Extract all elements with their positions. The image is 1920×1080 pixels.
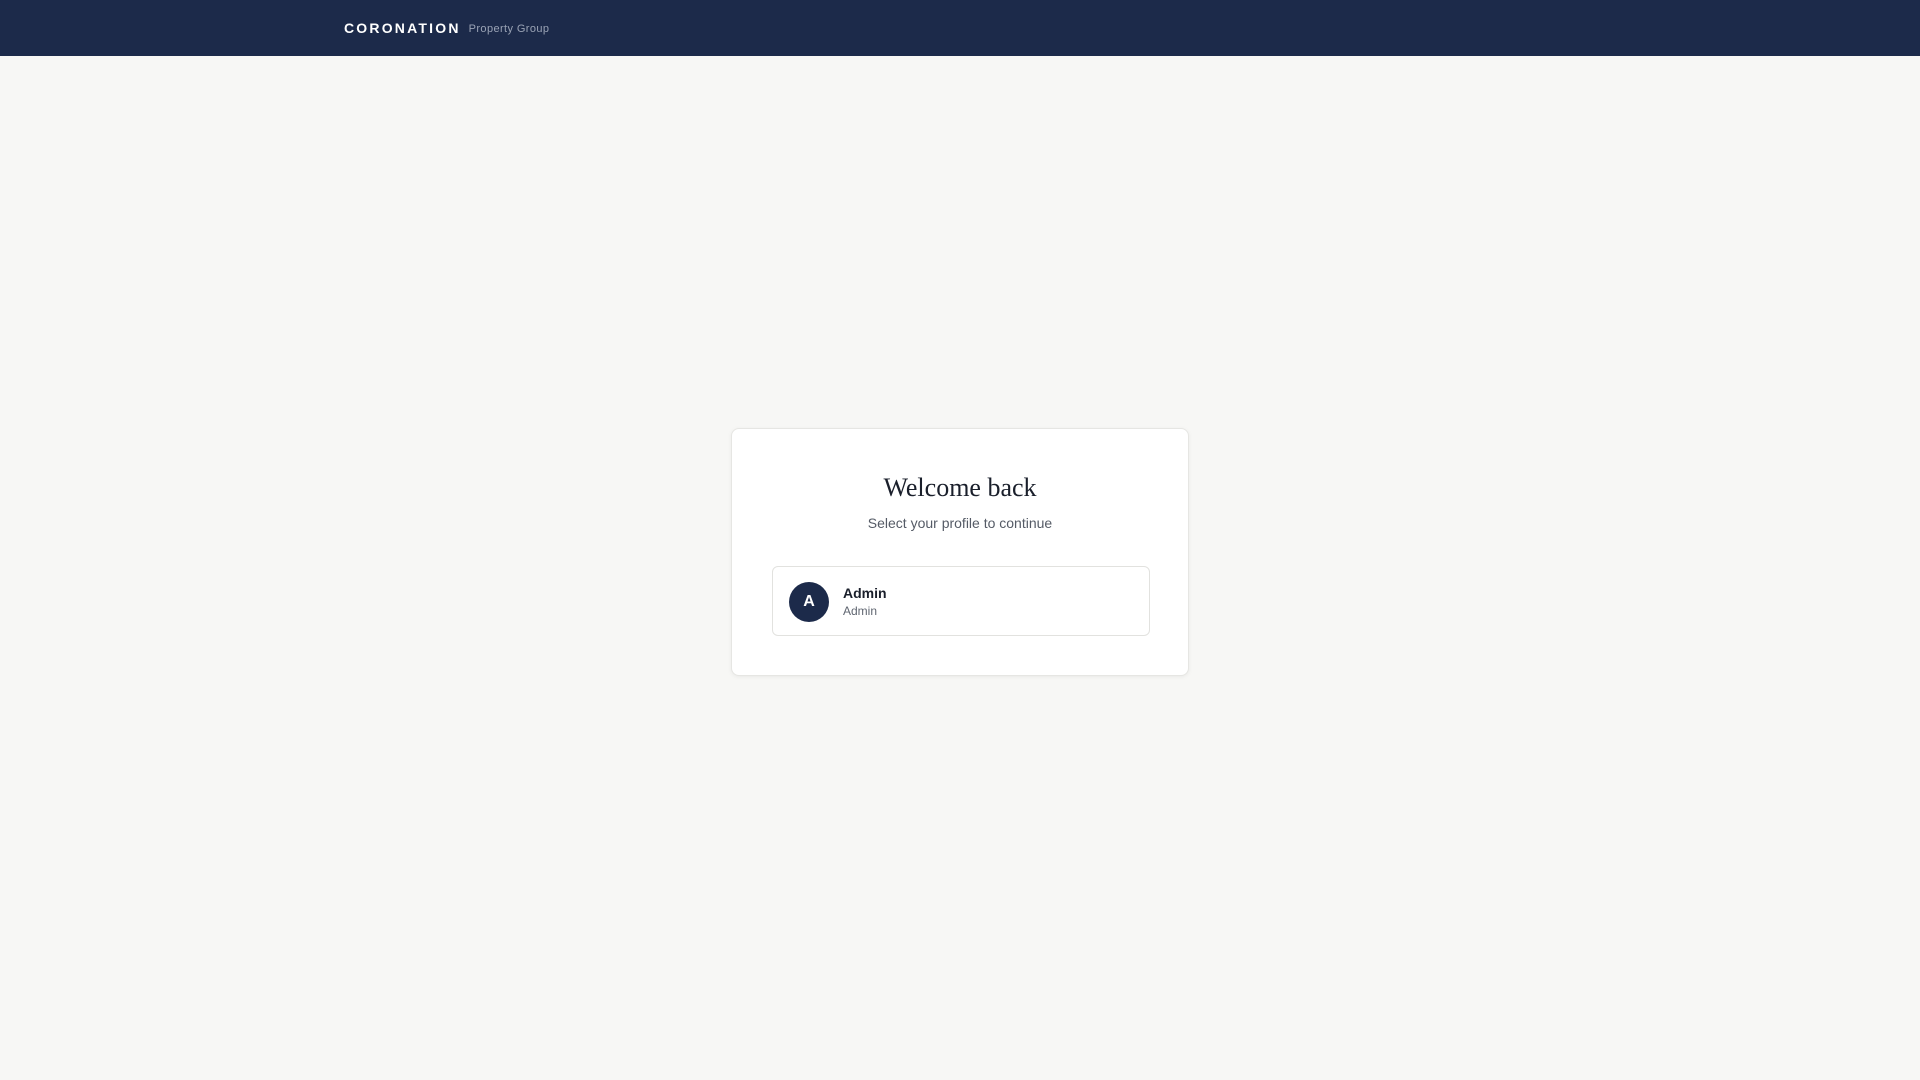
profile-role: Admin: [843, 604, 878, 618]
top-navigation-bar: CORONATION Property Group: [0, 0, 1920, 56]
profile-option-admin[interactable]: A Admin Admin: [772, 566, 1150, 636]
page-subtitle: Select your profile to continue: [867, 515, 1053, 531]
brand-name: CORONATION: [344, 20, 461, 36]
profile-select-card: Welcome back Select your profile to cont…: [731, 428, 1189, 676]
brand-subtitle: Property Group: [468, 23, 550, 35]
brand-logo[interactable]: CORONATION Property Group: [344, 0, 549, 56]
profile-name: Admin: [843, 585, 887, 601]
avatar: A: [789, 582, 829, 622]
page-title: Welcome back: [883, 473, 1037, 502]
